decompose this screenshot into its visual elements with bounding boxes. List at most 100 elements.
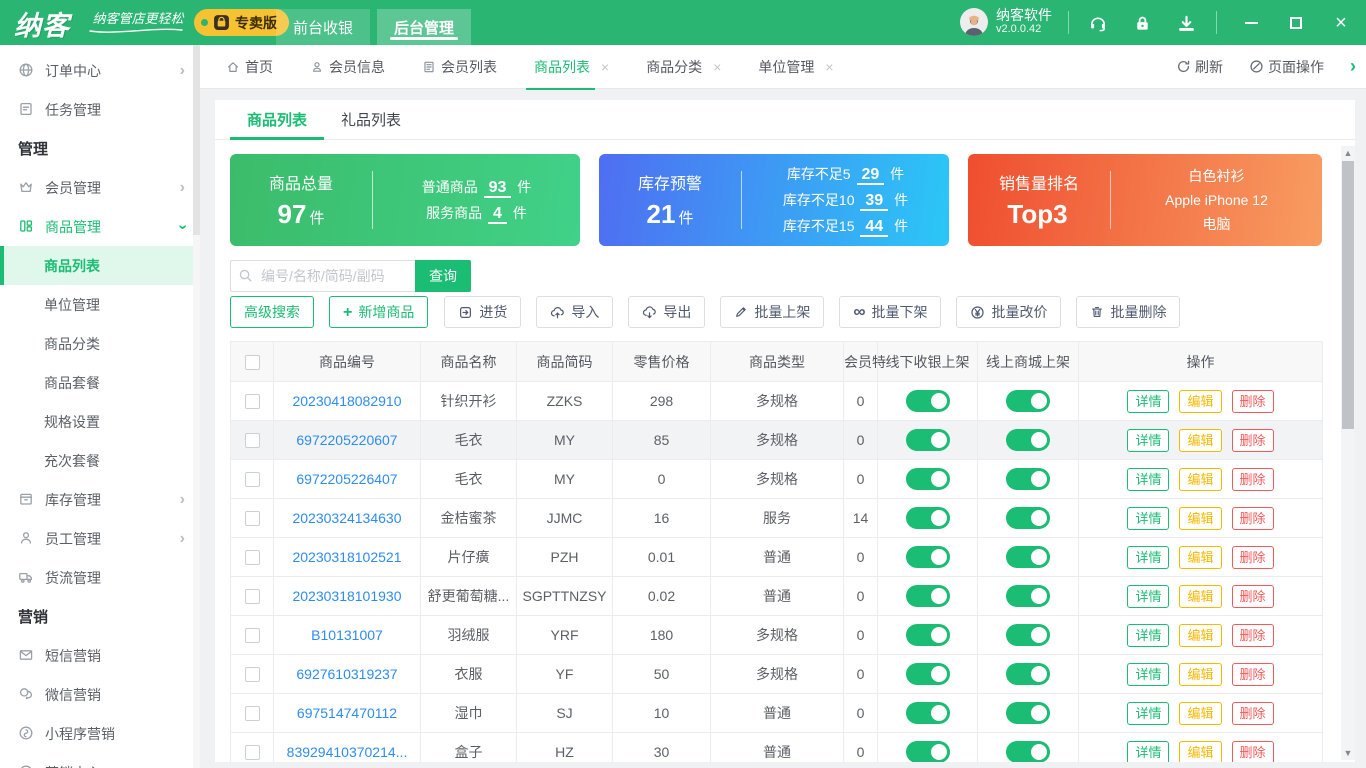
delete-button[interactable]: 删除 xyxy=(1232,546,1274,569)
scroll-up-icon[interactable]: ▲ xyxy=(1341,146,1355,160)
customer-service-icon[interactable] xyxy=(1088,13,1108,33)
maximize-button[interactable] xyxy=(1287,14,1305,32)
sidebar-item[interactable]: 订单中心› xyxy=(0,51,200,90)
sidebar-subitem[interactable]: 充次套餐 xyxy=(0,441,200,480)
sidebar-subitem[interactable]: 商品套餐 xyxy=(0,363,200,402)
page-tab[interactable]: 会员列表 xyxy=(422,45,497,89)
online-shelf-toggle[interactable] xyxy=(1006,429,1050,451)
row-checkbox[interactable] xyxy=(245,628,260,643)
detail-button[interactable]: 详情 xyxy=(1127,741,1169,763)
toolbar-button[interactable]: 进货 xyxy=(444,296,521,328)
toolbar-button[interactable]: 批量删除 xyxy=(1076,296,1180,328)
sidebar-item[interactable]: 小程序营销 xyxy=(0,714,200,753)
offline-shelf-toggle[interactable] xyxy=(906,507,950,529)
sidebar-item[interactable]: 商品管理› xyxy=(0,207,200,246)
detail-button[interactable]: 详情 xyxy=(1127,546,1169,569)
offline-shelf-toggle[interactable] xyxy=(906,741,950,762)
product-id-link[interactable]: 20230418082910 xyxy=(292,393,401,409)
sidebar-item[interactable]: 营销中心 xyxy=(0,753,200,768)
toolbar-button[interactable]: ∞批量下架 xyxy=(839,296,941,328)
edit-button[interactable]: 编辑 xyxy=(1179,507,1221,530)
sidebar-item[interactable]: 货流管理 xyxy=(0,558,200,597)
edit-button[interactable]: 编辑 xyxy=(1179,702,1221,725)
scrollbar-thumb[interactable] xyxy=(1342,161,1354,429)
page-tab[interactable]: 商品列表× xyxy=(534,45,609,89)
detail-button[interactable]: 详情 xyxy=(1127,585,1169,608)
detail-button[interactable]: 详情 xyxy=(1127,468,1169,491)
detail-button[interactable]: 详情 xyxy=(1127,624,1169,647)
delete-button[interactable]: 删除 xyxy=(1232,702,1274,725)
toolbar-button[interactable]: 高级搜索 xyxy=(230,296,314,328)
page-tab[interactable]: 单位管理× xyxy=(758,45,833,89)
row-checkbox[interactable] xyxy=(245,511,260,526)
row-checkbox[interactable] xyxy=(245,433,260,448)
online-shelf-toggle[interactable] xyxy=(1006,390,1050,412)
scroll-down-icon[interactable]: ▼ xyxy=(1341,746,1355,760)
toolbar-button[interactable]: +新增商品 xyxy=(329,296,428,328)
close-button[interactable]: × xyxy=(1332,14,1350,32)
sidebar-subitem[interactable]: 商品分类 xyxy=(0,324,200,363)
sidebar-item[interactable]: 员工管理› xyxy=(0,519,200,558)
panel-tab[interactable]: 礼品列表 xyxy=(324,100,418,139)
row-checkbox[interactable] xyxy=(245,589,260,604)
edit-button[interactable]: 编辑 xyxy=(1179,546,1221,569)
detail-button[interactable]: 详情 xyxy=(1127,390,1169,413)
product-id-link[interactable]: 20230318101930 xyxy=(292,588,401,604)
edit-button[interactable]: 编辑 xyxy=(1179,429,1221,452)
delete-button[interactable]: 删除 xyxy=(1232,741,1274,763)
detail-button[interactable]: 详情 xyxy=(1127,429,1169,452)
offline-shelf-toggle[interactable] xyxy=(906,390,950,412)
sidebar-item[interactable]: 任务管理 xyxy=(0,90,200,129)
edit-button[interactable]: 编辑 xyxy=(1179,624,1221,647)
edit-button[interactable]: 编辑 xyxy=(1179,663,1221,686)
row-checkbox[interactable] xyxy=(245,472,260,487)
close-tab-icon[interactable]: × xyxy=(601,59,609,75)
topnav-backoffice[interactable]: 后台管理 xyxy=(377,9,471,45)
toolbar-button[interactable]: 批量改价 xyxy=(956,296,1061,328)
sidebar-item[interactable]: 会员管理› xyxy=(0,168,200,207)
detail-button[interactable]: 详情 xyxy=(1127,507,1169,530)
toolbar-button[interactable]: 批量上架 xyxy=(720,296,824,328)
product-id-link[interactable]: 6972205226407 xyxy=(296,471,397,487)
product-id-link[interactable]: 20230324134630 xyxy=(292,510,401,526)
close-tab-icon[interactable]: × xyxy=(825,59,833,75)
vertical-scrollbar[interactable]: ▲ ▼ xyxy=(1341,146,1355,760)
download-icon[interactable] xyxy=(1177,14,1196,33)
toolbar-button[interactable]: 导出 xyxy=(628,296,705,328)
product-id-link[interactable]: 83929410370214... xyxy=(287,744,408,760)
delete-button[interactable]: 删除 xyxy=(1232,390,1274,413)
topnav-cashier[interactable]: 前台收银 xyxy=(276,9,370,45)
close-tab-icon[interactable]: × xyxy=(713,59,721,75)
online-shelf-toggle[interactable] xyxy=(1006,585,1050,607)
delete-button[interactable]: 删除 xyxy=(1232,624,1274,647)
delete-button[interactable]: 删除 xyxy=(1232,468,1274,491)
sidebar-item[interactable]: 短信营销 xyxy=(0,636,200,675)
search-input[interactable] xyxy=(230,260,415,292)
sidebar-item[interactable]: 微信营销 xyxy=(0,675,200,714)
online-shelf-toggle[interactable] xyxy=(1006,741,1050,762)
minimize-button[interactable] xyxy=(1242,14,1260,32)
sidebar-subitem[interactable]: 商品列表 xyxy=(0,246,200,285)
sidebar-subitem[interactable]: 单位管理 xyxy=(0,285,200,324)
detail-button[interactable]: 详情 xyxy=(1127,702,1169,725)
select-all-checkbox[interactable] xyxy=(245,355,260,370)
product-id-link[interactable]: B10131007 xyxy=(311,627,383,643)
row-checkbox[interactable] xyxy=(245,706,260,721)
edit-button[interactable]: 编辑 xyxy=(1179,390,1221,413)
row-checkbox[interactable] xyxy=(245,394,260,409)
offline-shelf-toggle[interactable] xyxy=(906,663,950,685)
online-shelf-toggle[interactable] xyxy=(1006,702,1050,724)
offline-shelf-toggle[interactable] xyxy=(906,702,950,724)
row-checkbox[interactable] xyxy=(245,550,260,565)
page-tab[interactable]: 会员信息 xyxy=(310,45,385,89)
chevron-right-icon[interactable]: › xyxy=(1350,56,1356,77)
product-id-link[interactable]: 6975147470112 xyxy=(297,705,397,721)
row-checkbox[interactable] xyxy=(245,667,260,682)
online-shelf-toggle[interactable] xyxy=(1006,468,1050,490)
delete-button[interactable]: 删除 xyxy=(1232,585,1274,608)
offline-shelf-toggle[interactable] xyxy=(906,468,950,490)
page-actions-button[interactable]: 页面操作 xyxy=(1249,57,1324,77)
panel-tab[interactable]: 商品列表 xyxy=(230,100,324,139)
edit-button[interactable]: 编辑 xyxy=(1179,585,1221,608)
delete-button[interactable]: 删除 xyxy=(1232,429,1274,452)
